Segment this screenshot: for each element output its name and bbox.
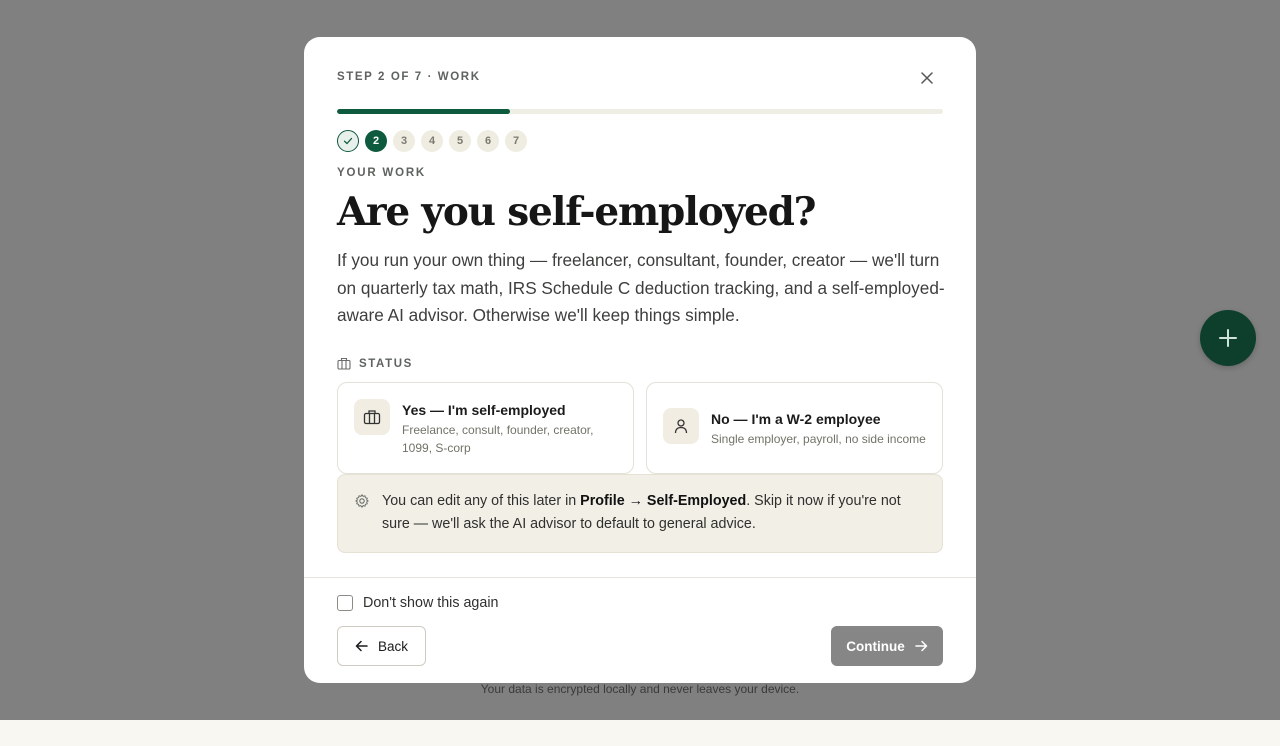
option-icon-box [354, 399, 390, 435]
step-indicator: STEP 2 OF 7 · WORK [337, 71, 481, 83]
status-label: STATUS [337, 357, 413, 370]
info-callout: You can edit any of this later in Profil… [337, 474, 943, 553]
onboarding-modal: STEP 2 OF 7 · WORK 2 3 4 5 6 7 YOUR WORK… [304, 37, 976, 683]
profile-link: Profile → Self-Employed [580, 493, 747, 509]
option-self-employed[interactable]: Yes — I'm self-employed Freelance, consu… [337, 382, 634, 474]
back-label: Back [377, 638, 408, 654]
section-kicker: YOUR WORK [337, 167, 427, 179]
option-title: No — I'm a W-2 employee [711, 411, 881, 427]
encryption-note: Your data is encrypted locally and never… [480, 682, 800, 696]
step-dot-7[interactable]: 7 [505, 130, 527, 152]
arrow-left-icon [355, 640, 368, 652]
description: If you run your own thing — freelancer, … [337, 250, 945, 325]
plus-icon [1219, 329, 1237, 347]
briefcase-icon [363, 410, 381, 425]
footer-divider [304, 577, 976, 578]
step-dot-1[interactable] [337, 130, 359, 152]
arrow-right-icon [915, 640, 927, 652]
add-fab-button[interactable] [1200, 310, 1256, 366]
person-icon [674, 419, 688, 434]
option-w2-employee[interactable]: No — I'm a W-2 employee Single employer,… [646, 382, 943, 474]
close-button[interactable] [916, 67, 938, 89]
page-bottom-strip [0, 720, 1280, 746]
step-dot-3[interactable]: 3 [393, 130, 415, 152]
status-label-text: STATUS [359, 357, 413, 370]
back-button[interactable]: Back [337, 626, 426, 666]
option-subtitle: Freelance, consult, founder, creator, 10… [402, 423, 594, 455]
dont-show-again[interactable]: Don't show this again [337, 595, 498, 611]
step-dot-6[interactable]: 6 [477, 130, 499, 152]
step-dot-4[interactable]: 4 [421, 130, 443, 152]
continue-label: Continue [846, 638, 905, 654]
option-subtitle: Single employer, payroll, no side income [711, 432, 926, 446]
info-text: You can edit any of this later in Profil… [382, 490, 927, 536]
check-icon [343, 137, 353, 145]
step-dot-2[interactable]: 2 [365, 130, 387, 152]
option-icon-box [663, 408, 699, 444]
step-dot-5[interactable]: 5 [449, 130, 471, 152]
progress-bar [337, 109, 943, 114]
page-title: Are you self-employed? [337, 189, 817, 235]
gear-icon [355, 494, 369, 508]
briefcase-icon [337, 357, 351, 370]
continue-button[interactable]: Continue [831, 626, 943, 666]
progress-bar-fill [337, 109, 510, 114]
dont-show-checkbox[interactable] [337, 595, 353, 611]
close-icon [921, 72, 933, 84]
option-title: Yes — I'm self-employed [402, 402, 566, 418]
dont-show-label: Don't show this again [363, 595, 499, 611]
info-text-prefix: You can edit any of this later in [382, 493, 581, 509]
step-dots: 2 3 4 5 6 7 [337, 130, 527, 152]
